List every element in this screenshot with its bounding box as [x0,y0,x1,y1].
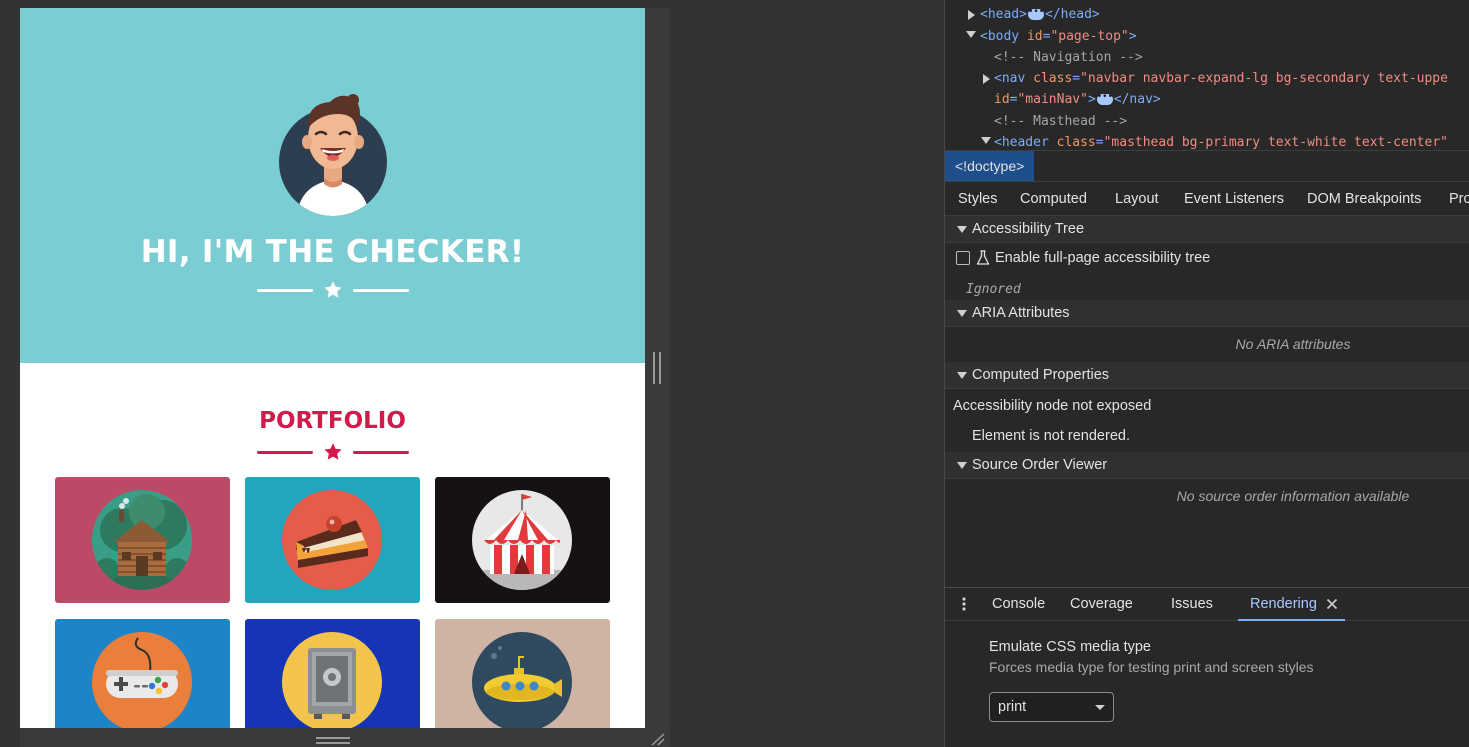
collapse-triangle-icon [957,372,967,379]
drawer-tab-rendering[interactable]: Rendering [1250,588,1317,621]
tree-node-body[interactable]: <body id="page-top"> [980,27,1137,47]
active-tab-indicator [1238,619,1345,621]
close-icon[interactable] [1326,598,1338,610]
portfolio-item[interactable] [55,619,230,728]
tree-node-nav[interactable]: <nav class="navbar navbar-expand-lg bg-s… [994,69,1448,89]
tab-styles[interactable]: Styles [958,182,998,216]
section-accessibility-tree[interactable]: Accessibility Tree [945,216,1469,243]
computed-line-1: Accessibility node not exposed [953,398,1152,414]
portfolio-item[interactable] [435,477,610,603]
tree-comment[interactable]: <!-- Navigation --> [994,48,1143,68]
portfolio-item[interactable] [435,619,610,728]
enable-full-page-tree-checkbox[interactable] [956,251,970,265]
drawer-tab-issues[interactable]: Issues [1171,588,1213,621]
ellipsis-icon[interactable]: ••• [1027,8,1044,20]
portfolio-divider [20,442,645,462]
rendered-page: HI, I'M THE CHECKER! PORTFOLIO [20,8,645,728]
hero-divider [20,280,645,300]
avatar-icon [279,94,387,216]
tree-comment[interactable]: <!-- Masthead --> [994,112,1127,132]
expand-triangle-icon[interactable] [968,10,975,20]
circus-tent-icon [472,490,572,590]
viewport-height-resize-handle[interactable] [316,737,350,744]
section-computed-properties[interactable]: Computed Properties [945,362,1469,389]
tab-event-listeners[interactable]: Event Listeners [1184,182,1284,216]
divider-line-right [352,288,409,292]
portfolio-heading: PORTFOLIO [259,408,406,434]
media-type-select[interactable]: print [989,692,1114,722]
star-icon [323,443,342,460]
masthead: HI, I'M THE CHECKER! [20,8,645,363]
tab-properties[interactable]: Pro [1449,182,1469,216]
emulate-media-description: Forces media type for testing print and … [989,659,1314,675]
safe-icon [282,632,382,728]
section-aria-attributes[interactable]: ARIA Attributes [945,300,1469,327]
expand-triangle-icon[interactable] [983,74,990,84]
drawer-tab-bar: Console Coverage Issues Rendering [945,587,1469,621]
collapse-triangle-icon [957,462,967,469]
sidebar-tabs: Styles Computed Layout Event Listeners D… [945,181,1469,216]
experiment-flask-icon [976,250,990,265]
drawer-tab-console[interactable]: Console [992,588,1045,621]
divider-line-left [256,450,313,454]
elements-tree: <head>•••</head> <body id="page-top"> <!… [945,0,1469,150]
collapse-triangle-icon[interactable] [981,137,991,144]
ellipsis-icon[interactable]: ••• [1096,93,1113,105]
cake-slice-icon [282,490,382,590]
divider-line-left [256,288,313,292]
collapse-triangle-icon[interactable] [966,31,976,38]
aria-empty-message: No ARIA attributes [1235,336,1351,352]
portfolio-item[interactable] [245,477,420,603]
tab-dom-breakpoints[interactable]: DOM Breakpoints [1307,182,1421,216]
source-order-empty-message: No source order information available [1176,488,1410,504]
viewport-width-resize-handle[interactable] [653,352,661,384]
portfolio-item[interactable] [55,477,230,603]
game-controller-icon [92,632,192,728]
tree-node-nav-cont[interactable]: id="mainNav">•••</nav> [994,90,1161,110]
devtools-panel: <head>•••</head> <body id="page-top"> <!… [945,0,1469,747]
breadcrumb: <!doctype> [945,150,1469,181]
hero-title: HI, I'M THE CHECKER! [140,234,525,270]
collapse-triangle-icon [957,310,967,317]
enable-full-page-tree-label[interactable]: Enable full-page accessibility tree [995,250,1210,266]
emulate-media-title: Emulate CSS media type [989,639,1151,655]
star-icon [323,281,342,298]
drawer-tab-coverage[interactable]: Coverage [1070,588,1133,621]
submarine-icon [472,632,572,728]
ignored-label: Ignored [966,282,1021,297]
device-viewport-area: HI, I'M THE CHECKER! PORTFOLIO [0,0,945,747]
breadcrumb-item-doctype[interactable]: <!doctype> [945,151,1035,181]
collapse-triangle-icon [957,226,967,233]
portfolio-item[interactable] [245,619,420,728]
tab-computed[interactable]: Computed [1020,182,1087,216]
section-source-order-viewer[interactable]: Source Order Viewer [945,452,1469,479]
chevron-down-icon [1095,705,1105,710]
computed-line-2: Element is not rendered. [972,428,1130,444]
media-type-value: print [998,699,1027,715]
divider-line-right [352,450,409,454]
tab-layout[interactable]: Layout [1115,182,1159,216]
tree-node-header[interactable]: <header class="masthead bg-primary text-… [994,133,1448,150]
log-cabin-icon [92,490,192,590]
corner-resize-icon[interactable] [650,732,666,746]
more-tabs-menu-icon[interactable] [961,596,967,612]
tree-node-head[interactable]: <head>•••</head> [980,5,1100,25]
